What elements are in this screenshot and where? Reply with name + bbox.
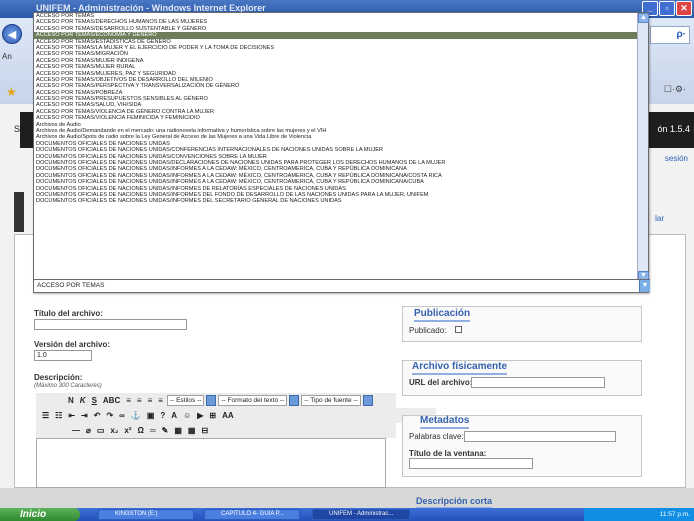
taskbar: Inicio KINGSTON (E:) CAPÍTULO 4- GUIA P.… (0, 508, 694, 521)
estilos-select[interactable]: -- Estilos -- (166, 395, 205, 406)
editor-toolbar-row1: N K S ABC ≡ ≡ ≡ ≡ -- Estilos -- -- Forma… (36, 393, 396, 408)
formato-select[interactable]: -- Formato del texto -- (218, 395, 288, 406)
link-icon[interactable]: ∞ (117, 411, 127, 420)
image-icon[interactable]: ▣ (145, 411, 157, 420)
align-right-icon[interactable]: ≡ (146, 396, 155, 405)
media-icon[interactable]: ▶ (195, 411, 205, 420)
taskbar-item-active[interactable]: UNIFEM - Administrac... (312, 509, 410, 520)
taskbar-item[interactable]: KINGSTON (E:) (98, 509, 194, 520)
emoticon-icon[interactable]: ☺ (181, 411, 193, 420)
line-icon[interactable]: ═ (148, 426, 158, 435)
titulo-ventana-label: Título de la ventana: (409, 449, 487, 458)
table-icon[interactable]: ⊞ (207, 411, 218, 420)
outdent-icon[interactable]: ⇤ (66, 411, 77, 420)
font-size-icon[interactable]: AA (220, 411, 236, 420)
descripcion-hint: (Máximo 300 Caracteres) (34, 383, 102, 389)
titulo-label: Título del archivo: (34, 309, 103, 318)
sesion-link[interactable]: sesión (665, 154, 688, 163)
underline-button[interactable]: S (90, 396, 99, 405)
align-left-icon[interactable]: ≡ (124, 396, 133, 405)
italic-button[interactable]: K (78, 396, 88, 405)
indent-icon[interactable]: ⇥ (79, 411, 90, 420)
bullet-list-icon[interactable]: ☰ (40, 411, 51, 420)
fuente-select[interactable]: -- Tipo de fuente -- (301, 395, 361, 406)
version-label: Versión del archivo: (34, 340, 111, 349)
justify-icon[interactable]: ≡ (156, 396, 165, 405)
formato-dropdown-arrow[interactable] (289, 395, 300, 406)
text-color-icon[interactable]: A (169, 411, 179, 420)
palabras-label: Palabras clave: (409, 432, 464, 441)
url-label: URL del archivo: (409, 378, 473, 387)
system-tray: 11:57 p.m. (584, 508, 694, 521)
scroll-up-icon[interactable]: ▲ (638, 13, 649, 23)
category-select-value[interactable]: ACCESO POR TEMAS ▼ (34, 279, 650, 292)
publicado-checkbox[interactable] (455, 326, 462, 333)
side-letter: S (14, 124, 21, 134)
subscript-icon[interactable]: x₂ (108, 426, 120, 435)
palabras-input[interactable] (464, 431, 616, 442)
clock: 11:57 p.m. (659, 511, 690, 518)
estilos-dropdown-arrow[interactable] (206, 395, 217, 406)
strikethrough-button[interactable]: ABC (101, 396, 122, 405)
merge-cells-icon[interactable]: ⊟ (199, 426, 210, 435)
dropdown-option[interactable]: DOCUMENTOS OFICIALES DE NACIONES UNIDAS/… (34, 198, 638, 204)
side-action-link[interactable]: lar (655, 214, 664, 223)
taskbar-item[interactable]: CAPÍTULO 4- GUIA P... (204, 509, 300, 520)
maximize-button[interactable]: ▫ (659, 1, 675, 16)
anchor-icon[interactable]: ⚓ (129, 411, 143, 420)
close-button[interactable]: ✕ (676, 1, 692, 16)
titulo-ventana-input[interactable] (409, 458, 533, 469)
publicacion-heading: Publicación (414, 308, 471, 322)
publicado-label: Publicado: (409, 326, 447, 335)
category-options-list[interactable]: ACCESO POR TEMAS ACCESO POR TEMAS/DERECHO… (34, 13, 638, 281)
help-icon[interactable]: ? (158, 411, 167, 420)
horizontal-rule-icon[interactable]: — (70, 426, 82, 435)
table-props-icon[interactable]: ▦ (172, 426, 184, 435)
cell-props-icon[interactable]: ▦ (186, 426, 198, 435)
editor-toolbar-row2: ☰ ☷ ⇤ ⇥ ↶ ↷ ∞ ⚓ ▣ ? A ☺ ▶ ⊞ AA (36, 408, 436, 423)
redo-icon[interactable]: ↷ (104, 411, 115, 420)
back-arrow-icon[interactable]: ◀ (2, 24, 22, 44)
start-button[interactable]: Inicio (0, 508, 80, 521)
version-text: ón 1.5.4 (657, 124, 690, 134)
url-input[interactable] (471, 377, 605, 388)
edit-icon[interactable]: ✎ (160, 426, 171, 435)
archivo-heading: Archivo físicamente (412, 361, 508, 375)
category-dropdown[interactable]: ACCESO POR TEMAS ACCESO POR TEMAS/DERECHO… (33, 12, 650, 293)
chevron-down-icon[interactable]: ▼ (639, 280, 650, 292)
descripcion-label: Descripción: (34, 373, 83, 382)
special-char-icon[interactable]: Ω (136, 426, 146, 435)
undo-icon[interactable]: ↶ (92, 411, 103, 420)
side-dark-tab[interactable] (14, 192, 24, 232)
editor-toolbar-row3: — ⌀ ▭ x₂ x² Ω ═ ✎ ▦ ▦ ⊟ (36, 423, 396, 438)
number-list-icon[interactable]: ☷ (53, 411, 64, 420)
clear-icon[interactable]: ▭ (95, 426, 107, 435)
favorites-star-icon[interactable]: ★ (6, 85, 17, 99)
tools-icon[interactable]: ☐·⚙· (664, 84, 686, 95)
version-input[interactable]: 1.0 (34, 350, 92, 361)
dropdown-scrollbar[interactable]: ▲ ▼ (637, 13, 649, 281)
search-box[interactable]: ρ· (650, 26, 690, 44)
remove-format-icon[interactable]: ⌀ (84, 426, 93, 435)
metadatos-heading: Metadatos (420, 415, 470, 429)
superscript-icon[interactable]: x² (122, 426, 133, 435)
address-label: An (2, 52, 12, 61)
current-category: ACCESO POR TEMAS (37, 282, 105, 289)
titulo-input[interactable] (34, 319, 187, 330)
bold-button[interactable]: N (66, 396, 76, 405)
descripcion-editor[interactable] (36, 438, 386, 488)
fuente-dropdown-arrow[interactable] (362, 395, 373, 406)
search-icon[interactable]: ρ· (676, 29, 686, 40)
align-center-icon[interactable]: ≡ (135, 396, 144, 405)
